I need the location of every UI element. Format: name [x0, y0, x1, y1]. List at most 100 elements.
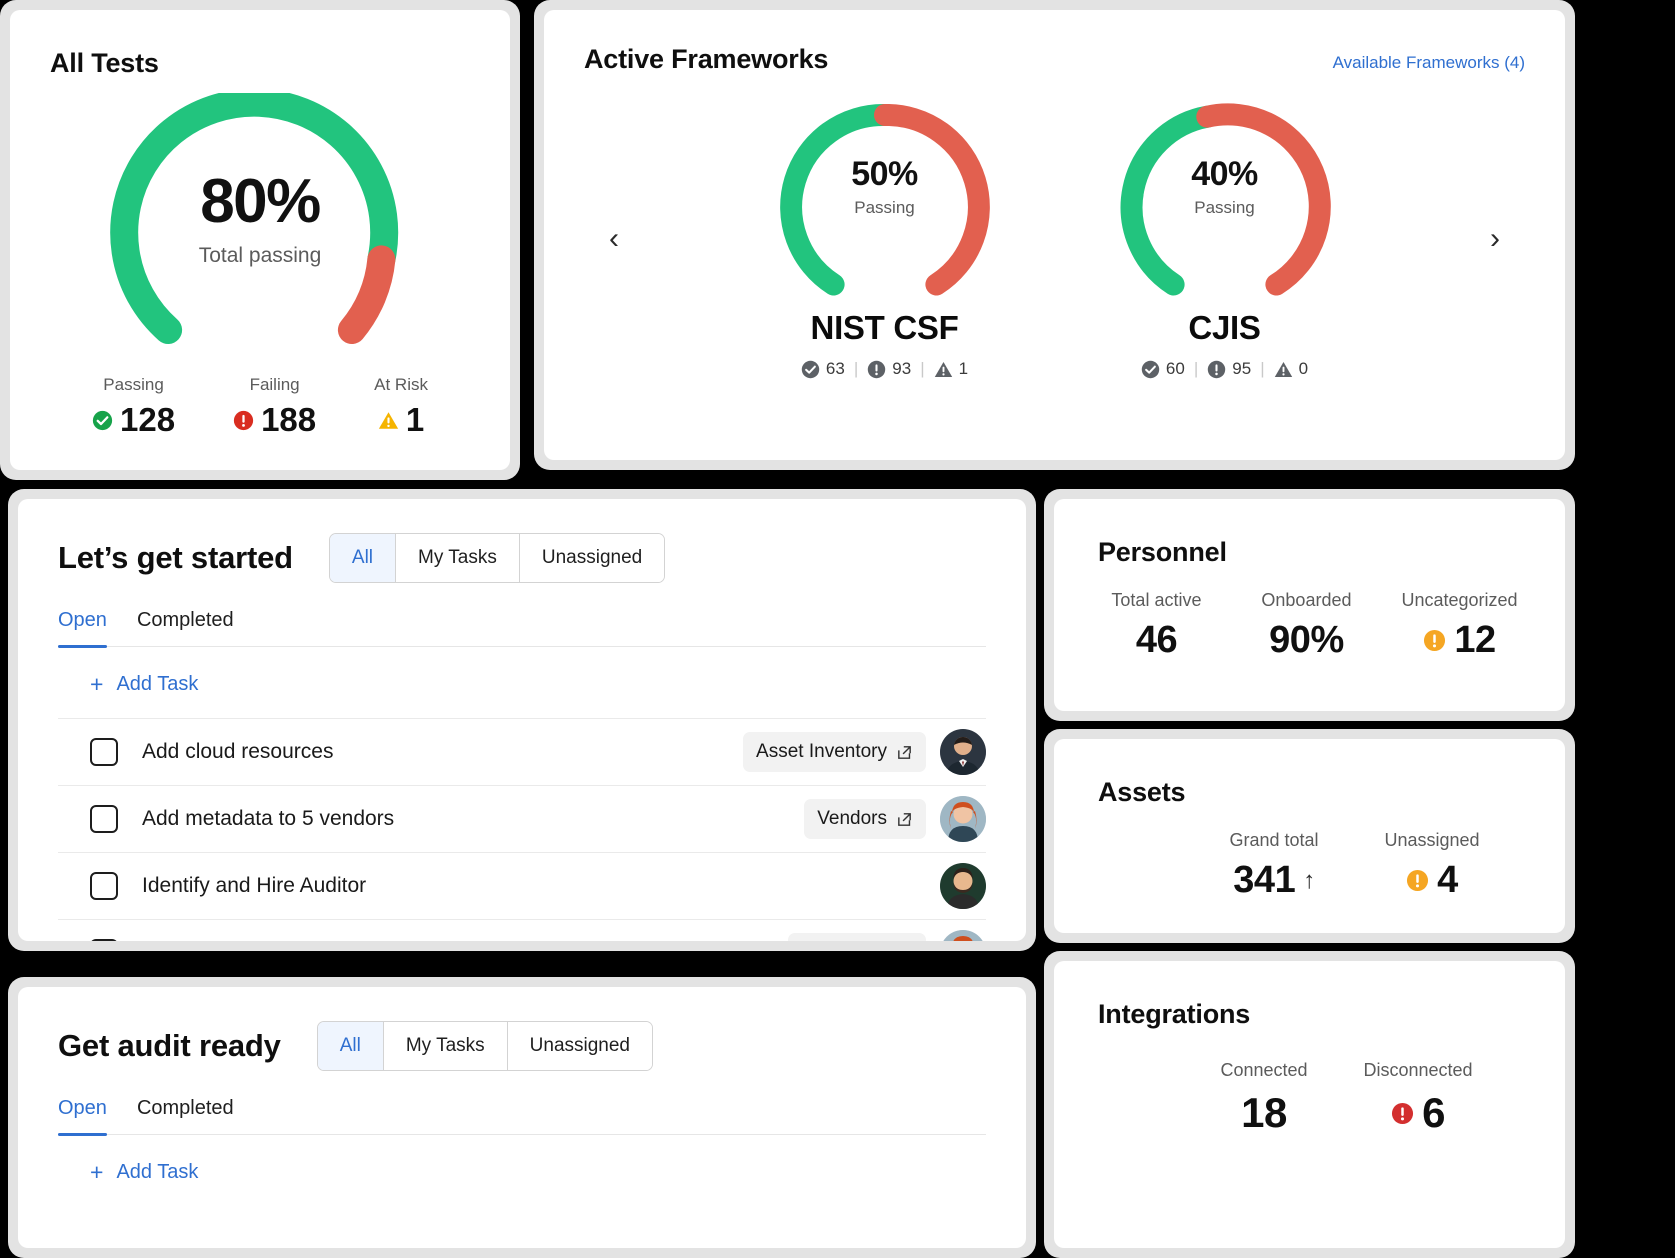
audit-tab-open[interactable]: Open — [58, 1097, 107, 1136]
stat-disconnected: Disconnected 6 — [1363, 1060, 1473, 1137]
task-filter-segmented-control: All My Tasks Unassigned — [328, 533, 666, 583]
task-checkbox[interactable] — [90, 939, 118, 941]
task-checkbox[interactable] — [90, 738, 118, 766]
framework-item-cjis[interactable]: 40% Passing CJIS 60 | 95 | 0 — [1100, 99, 1350, 379]
avatar[interactable] — [940, 930, 986, 941]
stat-separator: | — [1193, 359, 1199, 378]
available-frameworks-link[interactable]: Available Frameworks (4) — [1333, 53, 1525, 73]
audit-filter-all-button[interactable]: All — [317, 1022, 384, 1070]
warning-triangle-icon — [378, 411, 398, 429]
stat-label: Onboarded — [1261, 590, 1352, 610]
check-circle-icon — [1141, 360, 1160, 378]
audit-filter-my-tasks-button[interactable]: My Tasks — [383, 1022, 508, 1070]
legend-value-passing: 128 — [120, 401, 176, 438]
chevron-right-icon[interactable]: › — [1465, 224, 1525, 254]
stat-label: Unassigned — [1384, 830, 1480, 850]
stat-label: Connected — [1220, 1060, 1308, 1080]
get-audit-ready-card: Get audit ready All My Tasks Unassigned … — [8, 977, 1036, 1258]
all-tests-gauge: 80% Total passing — [110, 88, 410, 353]
avatar-image — [940, 796, 986, 842]
legend-value-at-risk: 1 — [405, 401, 425, 438]
avatar-image — [940, 729, 986, 775]
stat-separator: | — [1260, 359, 1265, 378]
task-checkbox[interactable] — [90, 805, 118, 833]
exclamation-circle-icon — [1407, 869, 1429, 892]
task-link-tag[interactable]: Personnel — [788, 933, 926, 941]
task-status-tabs: Open Completed — [58, 609, 986, 648]
all-tests-gauge-sublabel: Total passing — [198, 244, 322, 267]
assets-title: Assets — [1098, 777, 1186, 807]
audit-filter-segmented-control: All My Tasks Unassigned — [316, 1021, 653, 1071]
framework-stat-failing: 95 — [1207, 359, 1251, 379]
framework-passing-label: Passing — [854, 198, 915, 217]
avatar[interactable] — [940, 863, 986, 909]
avatar[interactable] — [940, 796, 986, 842]
task-row[interactable]: Add metadata to 5 vendors Vendors — [58, 785, 986, 852]
active-frameworks-card: Active Frameworks Available Frameworks (… — [534, 0, 1575, 470]
task-label: Add cloud resources — [142, 740, 334, 763]
avatar-image — [940, 930, 986, 941]
framework-name: NIST CSF — [810, 309, 959, 346]
framework-passing-label: Passing — [1194, 198, 1255, 217]
framework-stat-value: 1 — [958, 359, 969, 378]
task-row[interactable]: Identify and Hire Auditor — [58, 852, 986, 919]
stat-uncategorized: Uncategorized 12 — [1401, 590, 1517, 662]
tab-completed[interactable]: Completed — [137, 609, 234, 646]
add-task-label: Add Task — [116, 673, 199, 695]
integrations-title: Integrations — [1098, 999, 1251, 1029]
check-circle-icon — [801, 360, 820, 378]
exclamation-circle-icon — [233, 410, 254, 430]
add-task-button[interactable]: + Add Task — [58, 647, 986, 718]
audit-tab-completed[interactable]: Completed — [137, 1097, 234, 1134]
framework-stat-at-risk: 0 — [1274, 359, 1308, 379]
task-link-tag[interactable]: Asset Inventory — [743, 732, 926, 772]
check-circle-icon — [92, 410, 113, 430]
tab-open[interactable]: Open — [58, 609, 107, 648]
active-frameworks-title: Active Frameworks — [584, 44, 829, 74]
legend-item-passing: Passing 128 — [92, 375, 175, 439]
task-row[interactable]: Add cloud resources Asset Inventory — [58, 718, 986, 785]
filter-unassigned-button[interactable]: Unassigned — [519, 534, 665, 582]
get-audit-ready-title: Get audit ready — [58, 1028, 281, 1063]
task-link-tag[interactable]: Vendors — [804, 799, 926, 839]
stat-label: Grand total — [1229, 830, 1319, 850]
stat-value: 90% — [1269, 619, 1344, 661]
task-tag-label: Vendors — [817, 808, 887, 829]
warning-triangle-icon — [1274, 361, 1292, 377]
task-tag-label: Asset Inventory — [756, 741, 887, 762]
framework-item-nist-csf[interactable]: 50% Passing NIST CSF 63 | 93 | 1 — [760, 99, 1010, 379]
framework-stat-passing: 63 — [801, 359, 845, 379]
framework-stat-value: 60 — [1165, 359, 1185, 378]
task-label: Identify and Hire Auditor — [142, 874, 367, 897]
assets-card: Assets Grand total 341 ↑ Unassigned 4 — [1044, 729, 1575, 943]
framework-percent: 50% — [851, 155, 918, 193]
audit-add-task-button[interactable]: + Add Task — [58, 1135, 986, 1206]
legend-label-at-risk: At Risk — [374, 375, 428, 394]
filter-my-tasks-button[interactable]: My Tasks — [396, 534, 520, 582]
all-tests-title: All Tests — [50, 48, 159, 78]
all-tests-card: All Tests 80% Total passing Passing 128 … — [0, 0, 520, 480]
all-tests-percent: 80% — [200, 167, 321, 236]
audit-filter-unassigned-button[interactable]: Unassigned — [507, 1022, 652, 1070]
framework-stat-value: 63 — [825, 359, 845, 378]
stat-value: 18 — [1241, 1089, 1287, 1136]
stat-total-active: Total active 46 — [1101, 590, 1211, 662]
framework-name: CJIS — [1188, 309, 1261, 346]
stat-unassigned: Unassigned 4 — [1377, 830, 1487, 902]
avatar-image — [940, 863, 986, 909]
task-row[interactable]: Ensure 12 personnel complete security tr… — [58, 919, 986, 941]
legend-value-failing: 188 — [261, 401, 317, 438]
task-label: Add metadata to 5 vendors — [142, 807, 395, 830]
avatar[interactable] — [940, 729, 986, 775]
chevron-left-icon[interactable]: ‹ — [584, 224, 644, 254]
exclamation-circle-icon — [868, 360, 886, 378]
plus-icon: + — [90, 1159, 104, 1185]
framework-stat-value: 0 — [1298, 359, 1309, 378]
dashboard-page: All Tests 80% Total passing Passing 128 … — [0, 0, 1675, 1258]
legend-item-at-risk: At Risk 1 — [374, 375, 428, 439]
filter-all-button[interactable]: All — [329, 534, 397, 582]
task-checkbox[interactable] — [90, 872, 118, 900]
personnel-title: Personnel — [1098, 537, 1227, 567]
trend-up-icon: ↑ — [1303, 866, 1315, 894]
lets-get-started-title: Let’s get started — [58, 540, 293, 575]
